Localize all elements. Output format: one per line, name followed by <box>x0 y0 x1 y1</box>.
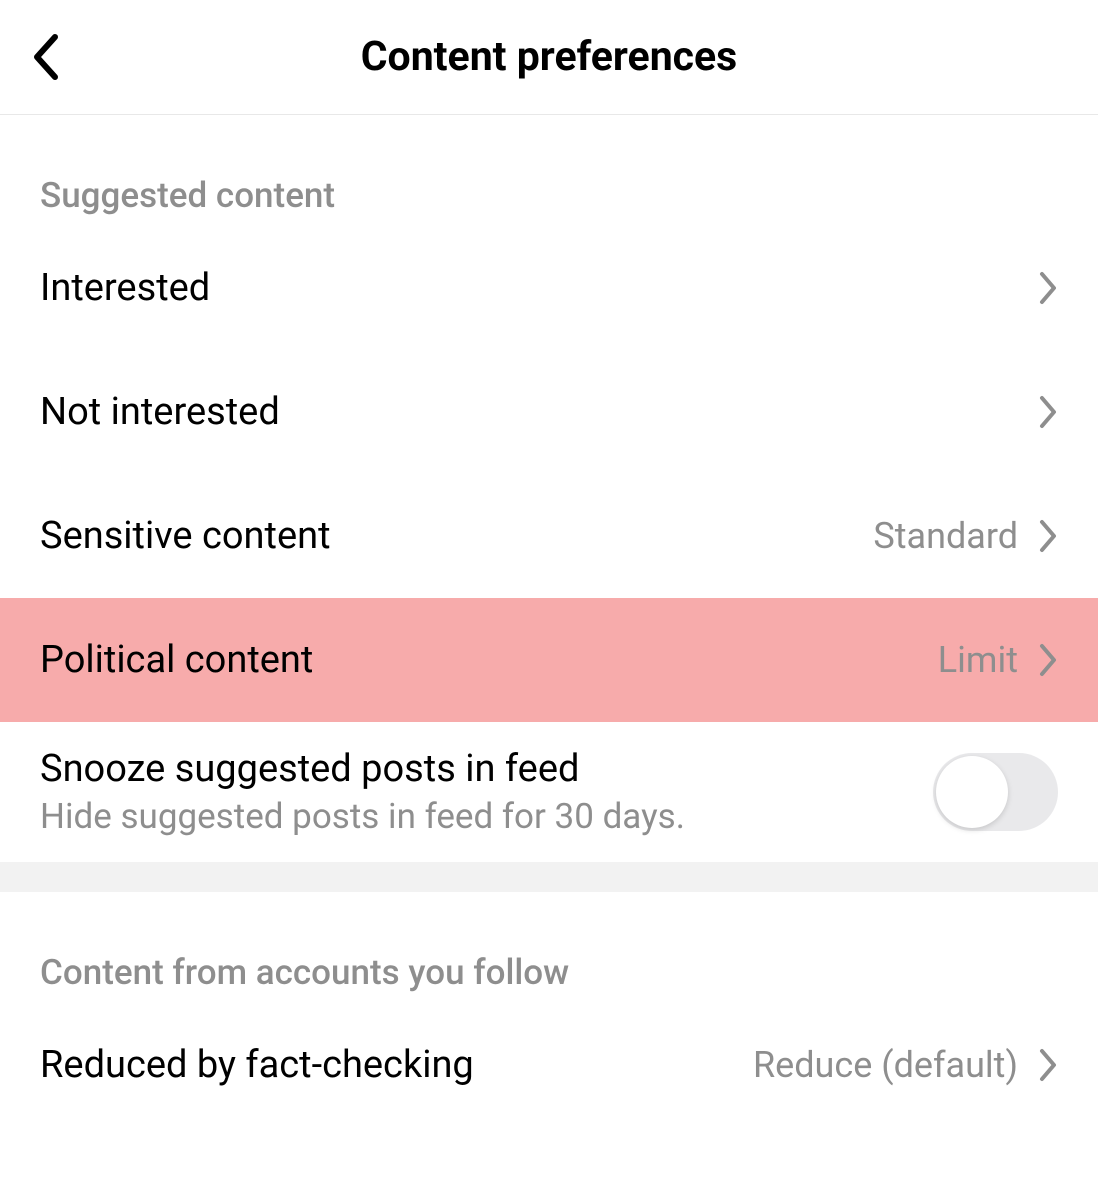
reduced-item[interactable]: Reduced by fact-checking Reduce (default… <box>0 1003 1098 1127</box>
back-button[interactable] <box>30 32 60 82</box>
section-header-suggested: Suggested content <box>0 115 1098 226</box>
sensitive-content-value: Standard <box>873 515 1018 557</box>
political-content-value: Limit <box>938 639 1018 681</box>
section-divider <box>0 862 1098 892</box>
snooze-text: Snooze suggested posts in feed Hide sugg… <box>40 747 933 837</box>
interested-label: Interested <box>40 266 1038 310</box>
header: Content preferences <box>0 0 1098 115</box>
reduced-value: Reduce (default) <box>753 1044 1018 1086</box>
toggle-knob <box>936 756 1008 828</box>
not-interested-label: Not interested <box>40 390 1038 434</box>
chevron-left-icon <box>30 32 60 82</box>
not-interested-item[interactable]: Not interested <box>0 350 1098 474</box>
reduced-label: Reduced by fact-checking <box>40 1043 753 1087</box>
chevron-right-icon <box>1038 270 1058 306</box>
sensitive-content-item[interactable]: Sensitive content Standard <box>0 474 1098 598</box>
chevron-right-icon <box>1038 1047 1058 1083</box>
chevron-right-icon <box>1038 518 1058 554</box>
chevron-right-icon <box>1038 642 1058 678</box>
sensitive-content-label: Sensitive content <box>40 514 873 558</box>
political-content-label: Political content <box>40 638 938 682</box>
interested-item[interactable]: Interested <box>0 226 1098 350</box>
section-header-follow: Content from accounts you follow <box>0 892 1098 1003</box>
political-content-item[interactable]: Political content Limit <box>0 598 1098 722</box>
chevron-right-icon <box>1038 394 1058 430</box>
snooze-item: Snooze suggested posts in feed Hide sugg… <box>0 722 1098 862</box>
snooze-toggle[interactable] <box>933 753 1058 831</box>
page-title: Content preferences <box>30 33 1068 81</box>
snooze-subtitle: Hide suggested posts in feed for 30 days… <box>40 796 933 837</box>
snooze-title: Snooze suggested posts in feed <box>40 747 933 791</box>
